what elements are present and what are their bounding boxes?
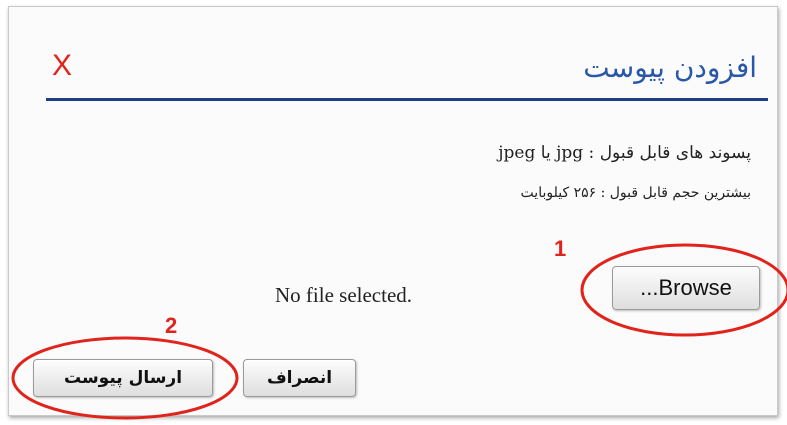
annotation-number-1: 1 [554,236,567,261]
attachment-dialog: افزودن پیوست X پسوند های قابل قبول : jpg… [8,6,778,416]
cancel-button[interactable]: انصراف [243,359,356,397]
annotation-number-2: 2 [165,313,178,338]
max-size-text: بیشترین حجم قابل قبول : ۲۵۶ کیلوبایت [520,185,751,201]
file-status-text: No file selected. [275,283,413,307]
dialog-title: افزودن پیوست [583,51,757,84]
submit-attachment-button[interactable]: ارسال پیوست [33,359,213,397]
close-button[interactable]: X [52,51,72,81]
browse-button[interactable]: ...Browse [612,266,760,310]
allowed-extensions-text: پسوند های قابل قبول : jpg یا jpeg [498,143,751,163]
title-divider [46,98,768,101]
